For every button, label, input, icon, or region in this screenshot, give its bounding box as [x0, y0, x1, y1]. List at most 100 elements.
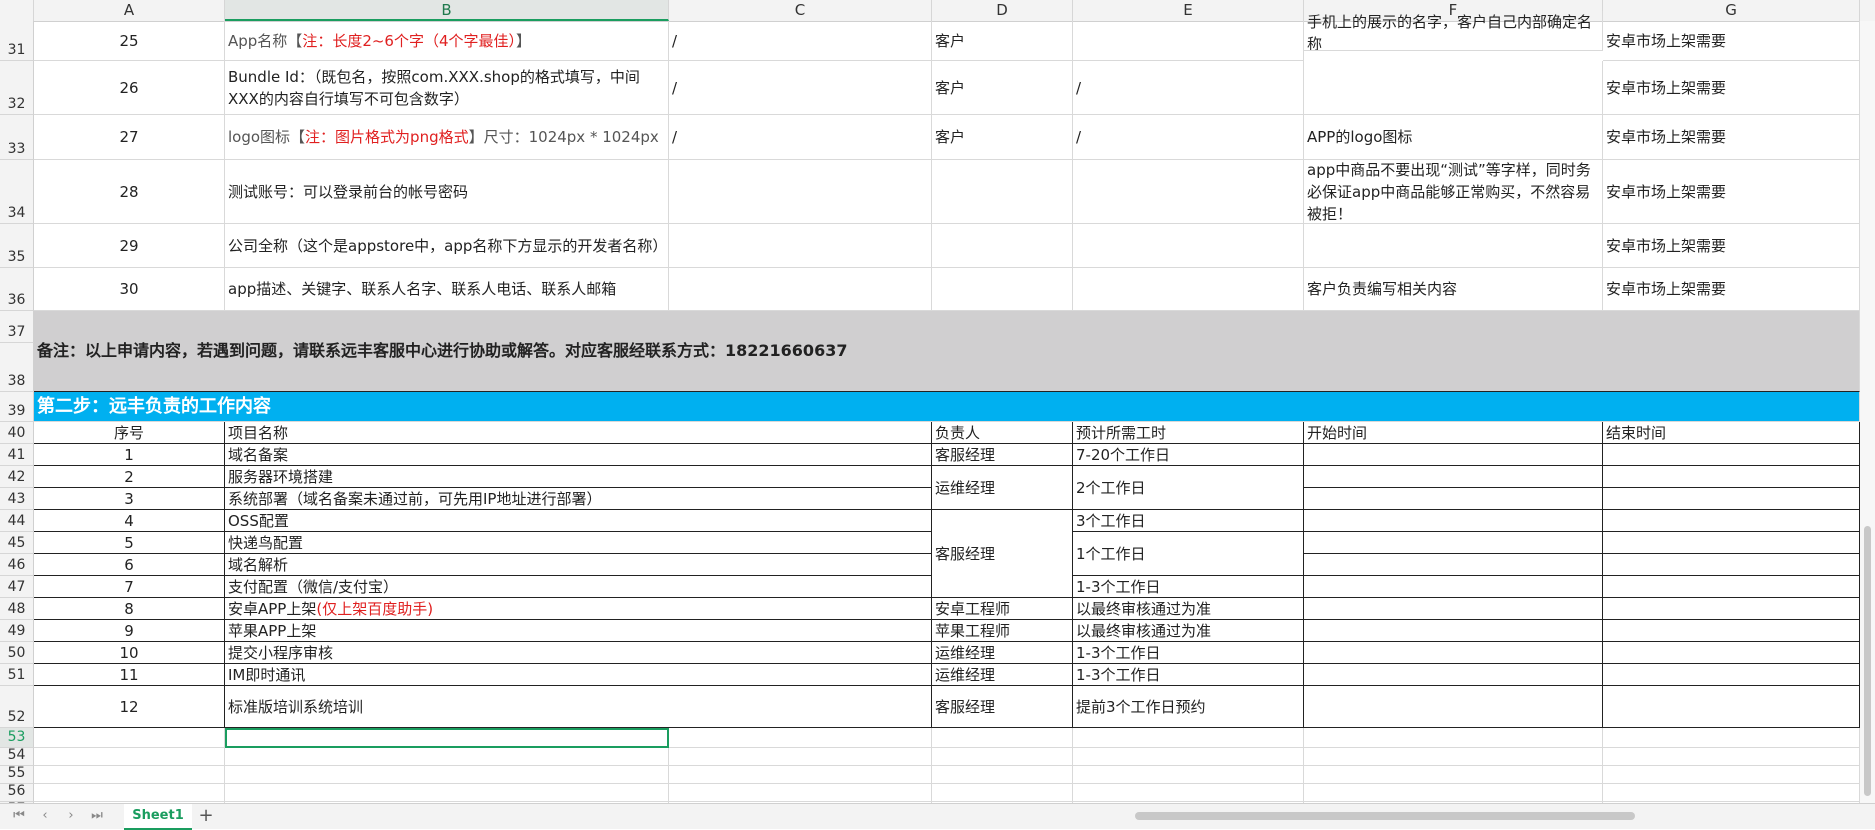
task-end[interactable] — [1603, 576, 1860, 598]
task-seq[interactable]: 12 — [34, 686, 225, 728]
cell-owner[interactable] — [932, 268, 1073, 311]
cell-c[interactable]: / — [669, 115, 932, 160]
row-header-43[interactable]: 43 — [0, 488, 34, 510]
cell-market[interactable]: 安卓市场上架需要 — [1603, 224, 1860, 268]
first-sheet-icon[interactable]: ⏮ — [10, 808, 28, 824]
task-end[interactable] — [1603, 686, 1860, 728]
owner-cell[interactable]: 苹果工程师 — [932, 620, 1073, 642]
empty-cell[interactable] — [669, 748, 932, 766]
empty-cell[interactable] — [932, 728, 1073, 748]
cell-seq[interactable]: 29 — [34, 224, 225, 268]
task-seq[interactable]: 4 — [34, 510, 225, 532]
empty-cell[interactable] — [225, 784, 669, 802]
hours-cell[interactable]: 以最终审核通过为准 — [1073, 598, 1304, 620]
cell-item[interactable]: app描述、关键字、联系人名字、联系人电话、联系人邮箱 — [225, 268, 669, 311]
hours-cell[interactable]: 1-3个工作日 — [1073, 664, 1304, 686]
task-start[interactable] — [1304, 444, 1603, 466]
cell-market[interactable]: 安卓市场上架需要 — [1603, 268, 1860, 311]
cell-item[interactable]: App名称【注：长度2~6个字（4个字最佳）】 — [225, 21, 669, 61]
header-seq[interactable]: 序号 — [34, 422, 225, 444]
step-two-title[interactable]: 第二步：远丰负责的工作内容 — [34, 392, 1860, 422]
cell-seq[interactable]: 25 — [34, 21, 225, 61]
task-seq[interactable]: 5 — [34, 532, 225, 554]
owner-cell[interactable]: 客服经理 — [932, 444, 1073, 466]
cell-c[interactable]: / — [669, 61, 932, 115]
cell-seq[interactable]: 28 — [34, 160, 225, 224]
next-sheet-icon[interactable]: › — [62, 808, 80, 824]
task-start[interactable] — [1304, 510, 1603, 532]
cell-market[interactable]: 安卓市场上架需要 — [1603, 115, 1860, 160]
task-item[interactable]: 快递鸟配置 — [225, 532, 932, 554]
task-end[interactable] — [1603, 510, 1860, 532]
cell-remark[interactable] — [1304, 224, 1603, 268]
cell-e[interactable] — [1073, 21, 1304, 61]
owner-cell[interactable]: 运维经理 — [932, 664, 1073, 686]
row-header-54[interactable]: 54 — [0, 747, 34, 766]
header-owner[interactable]: 负责人 — [932, 422, 1073, 444]
task-start[interactable] — [1304, 664, 1603, 686]
row-header-50[interactable]: 50 — [0, 642, 34, 664]
column-header-e[interactable]: E — [1073, 0, 1304, 21]
task-item[interactable]: 域名解析 — [225, 554, 932, 576]
task-start[interactable] — [1304, 554, 1603, 576]
cell-owner[interactable]: 客户 — [932, 21, 1073, 61]
note-banner[interactable]: 备注：以上申请内容，若遇到问题，请联系远丰客服中心进行协助或解答。对应客服经联系… — [34, 311, 1860, 392]
hours-cell[interactable]: 1-3个工作日 — [1073, 576, 1304, 598]
row-header-39[interactable]: 39 — [0, 392, 34, 422]
column-header-g[interactable]: G — [1603, 0, 1860, 21]
row-header-51[interactable]: 51 — [0, 664, 34, 686]
task-end[interactable] — [1603, 554, 1860, 576]
task-item[interactable]: 域名备案 — [225, 444, 932, 466]
row-header-33[interactable]: 33 — [0, 115, 34, 160]
row-header-40[interactable]: 40 — [0, 422, 34, 444]
row-header-35[interactable]: 35 — [0, 224, 34, 268]
cell-market[interactable]: 安卓市场上架需要 — [1603, 61, 1860, 115]
row-header-41[interactable]: 41 — [0, 444, 34, 466]
empty-cell[interactable] — [1073, 728, 1304, 748]
cell-seq[interactable]: 26 — [34, 61, 225, 115]
cell-e[interactable] — [1073, 268, 1304, 311]
empty-cell[interactable] — [225, 748, 669, 766]
task-start[interactable] — [1304, 686, 1603, 728]
cell-remark[interactable]: 客户负责编写相关内容 — [1304, 268, 1603, 311]
empty-cell[interactable] — [1304, 728, 1603, 748]
empty-cell[interactable] — [34, 728, 225, 748]
task-end[interactable] — [1603, 466, 1860, 488]
owner-cell[interactable]: 客服经理 — [932, 510, 1073, 598]
row-header-53[interactable]: 53 — [0, 728, 34, 748]
empty-cell[interactable] — [932, 784, 1073, 802]
empty-cell[interactable] — [1304, 748, 1603, 766]
hours-cell[interactable]: 1-3个工作日 — [1073, 642, 1304, 664]
row-header-49[interactable]: 49 — [0, 620, 34, 642]
cell-c[interactable] — [669, 268, 932, 311]
task-item[interactable]: 提交小程序审核 — [225, 642, 932, 664]
row-header-32[interactable]: 32 — [0, 61, 34, 115]
task-start[interactable] — [1304, 642, 1603, 664]
empty-cell[interactable] — [1073, 748, 1304, 766]
cell-e[interactable] — [1073, 160, 1304, 224]
empty-cell[interactable] — [669, 766, 932, 784]
cell-c[interactable] — [669, 224, 932, 268]
task-start[interactable] — [1304, 598, 1603, 620]
cell-item[interactable]: 公司全称（这个是appstore中，app名称下方显示的开发者名称） — [225, 224, 669, 268]
active-cell[interactable] — [225, 728, 669, 748]
cell-c[interactable]: / — [669, 21, 932, 61]
empty-cell[interactable] — [34, 784, 225, 802]
row-header-42[interactable]: 42 — [0, 466, 34, 488]
task-item[interactable]: 安卓APP上架 (仅上架百度助手) — [225, 598, 932, 620]
cell-remark[interactable] — [1304, 61, 1603, 115]
hours-cell[interactable]: 3个工作日 — [1073, 510, 1304, 532]
row-header-47[interactable]: 47 — [0, 576, 34, 598]
hours-cell[interactable]: 2个工作日 — [1073, 466, 1304, 510]
hours-cell[interactable]: 提前3个工作日预约 — [1073, 686, 1304, 728]
row-header-37[interactable]: 37 — [0, 311, 34, 343]
task-seq[interactable]: 1 — [34, 444, 225, 466]
cell-owner[interactable]: 客户 — [932, 115, 1073, 160]
empty-cell[interactable] — [1304, 766, 1603, 784]
row-header-31[interactable]: 31 — [0, 21, 34, 61]
task-start[interactable] — [1304, 532, 1603, 554]
task-seq[interactable]: 7 — [34, 576, 225, 598]
cell-item[interactable]: logo图标【注：图片格式为png格式】尺寸：1024px * 1024px — [225, 115, 669, 160]
task-item[interactable]: OSS配置 — [225, 510, 932, 532]
prev-sheet-icon[interactable]: ‹ — [36, 808, 54, 824]
